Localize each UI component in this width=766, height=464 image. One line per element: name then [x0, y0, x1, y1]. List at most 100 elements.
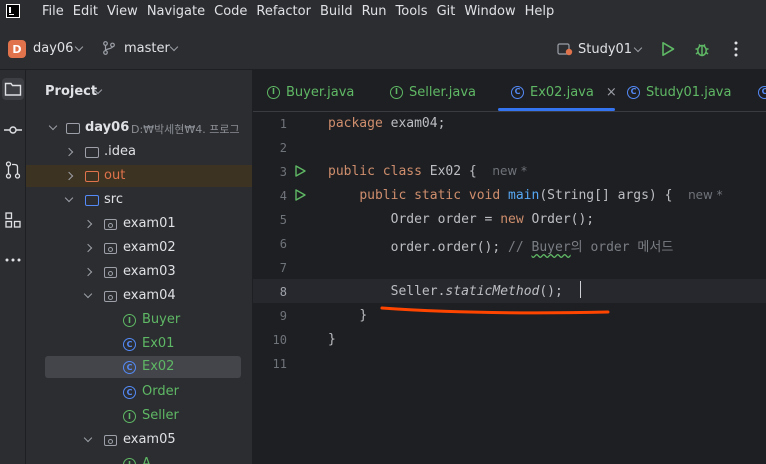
expand-arrow-icon[interactable]: [83, 433, 93, 443]
tree-item-ex01[interactable]: C Ex01: [26, 333, 252, 355]
code-line-8[interactable]: Seller.staticMethod();: [328, 284, 563, 299]
interface-icon: I: [267, 85, 280, 99]
tree-item-exam05[interactable]: exam05: [26, 429, 252, 451]
tree-item-out[interactable]: out: [26, 165, 252, 187]
project-tool-button[interactable]: [2, 78, 24, 100]
code-line-10[interactable]: }: [328, 332, 336, 347]
tree-item-label: exam05: [123, 432, 176, 447]
run-gutter-icon[interactable]: [294, 165, 306, 177]
code-line-4[interactable]: public static void main(String[] args) {…: [328, 188, 723, 203]
author-hint[interactable]: new *: [492, 164, 527, 178]
project-selector[interactable]: day06: [33, 41, 73, 56]
intellij-logo-icon[interactable]: [6, 4, 20, 18]
tab-ex02[interactable]: C Ex02.java ×: [511, 82, 617, 102]
run-config-icon: [557, 43, 573, 56]
tab-study01[interactable]: C Study01.java: [627, 82, 731, 102]
collapse-arrow-icon[interactable]: [64, 171, 74, 181]
tab-overflow[interactable]: C: [758, 82, 766, 102]
structure-tool-button[interactable]: [2, 209, 24, 231]
tree-item-ex02[interactable]: C Ex02: [45, 356, 241, 378]
menu-navigate[interactable]: Navigate: [147, 4, 205, 19]
menu-code[interactable]: Code: [214, 4, 247, 19]
branch-selector[interactable]: master: [124, 41, 170, 56]
structure-icon: [5, 212, 21, 228]
tree-item-label: Ex02: [142, 359, 175, 374]
menu-run[interactable]: Run: [362, 4, 387, 19]
main-toolbar: D day06 master Study01: [0, 22, 766, 70]
menu-edit[interactable]: Edit: [73, 4, 98, 19]
run-config-selector[interactable]: Study01: [578, 42, 632, 57]
tree-item-exam03[interactable]: exam03: [26, 261, 252, 283]
menu-view[interactable]: View: [107, 4, 138, 19]
run-icon[interactable]: [660, 41, 676, 57]
line-number: 8: [279, 285, 287, 299]
tree-item-src[interactable]: src: [26, 189, 252, 211]
code-text: order.order();: [390, 240, 509, 255]
chevron-down-icon: [74, 42, 84, 52]
more-tools-button[interactable]: [2, 249, 24, 271]
tree-item-label: out: [104, 168, 126, 183]
expand-arrow-icon[interactable]: [48, 121, 58, 131]
code-line-3[interactable]: public class Ex02 { new *: [328, 164, 527, 179]
menu-refactor[interactable]: Refactor: [256, 4, 311, 19]
interface-icon: I: [123, 410, 136, 423]
tree-item-idea[interactable]: .idea: [26, 141, 252, 163]
interface-icon: I: [123, 458, 136, 464]
menu-window[interactable]: Window: [464, 4, 515, 19]
pull-requests-tool-button[interactable]: [2, 159, 24, 181]
debug-icon[interactable]: [693, 40, 711, 58]
tab-seller[interactable]: I Seller.java: [390, 82, 476, 102]
comment: //: [508, 240, 532, 255]
menu-git[interactable]: Git: [437, 4, 456, 19]
runnable-class-icon: C: [123, 338, 136, 351]
tree-item-exam01[interactable]: exam01: [26, 213, 252, 235]
keyword: package: [328, 116, 383, 131]
tree-item-order[interactable]: C Order: [26, 381, 252, 403]
hand-drawn-underline: [380, 306, 610, 315]
expand-arrow-icon[interactable]: [83, 289, 93, 299]
tree-item-exam02[interactable]: exam02: [26, 237, 252, 259]
tree-item-label: exam03: [123, 264, 176, 279]
tree-item-buyer[interactable]: I Buyer: [26, 309, 252, 331]
keyword: new: [500, 212, 524, 227]
more-options-icon[interactable]: [733, 40, 739, 58]
tree-item-a[interactable]: I A: [26, 453, 252, 464]
run-gutter-icon[interactable]: [294, 189, 306, 201]
source-folder-icon: [85, 195, 99, 206]
tree-item-label: Seller: [142, 408, 179, 423]
collapse-arrow-icon[interactable]: [64, 147, 74, 157]
code-line-5[interactable]: Order order = new Order();: [328, 212, 595, 227]
git-branch-icon: [103, 41, 115, 55]
author-hint[interactable]: new *: [688, 188, 723, 202]
tree-item-label: exam01: [123, 216, 176, 231]
tree-item-label: Buyer: [142, 312, 181, 327]
line-number: 6: [279, 237, 287, 251]
project-badge[interactable]: D: [8, 40, 26, 58]
code-text: Seller.: [390, 284, 446, 299]
collapse-arrow-icon[interactable]: [83, 219, 93, 229]
comment-typo: Buyer: [531, 240, 571, 255]
tree-item-seller[interactable]: I Seller: [26, 405, 252, 427]
menu-build[interactable]: Build: [320, 4, 353, 19]
menu-help[interactable]: Help: [525, 4, 555, 19]
collapse-arrow-icon[interactable]: [83, 267, 93, 277]
close-tab-icon[interactable]: ×: [606, 85, 617, 100]
line-number: 1: [279, 117, 287, 131]
menu-tools[interactable]: Tools: [396, 4, 428, 19]
panel-title[interactable]: Project: [45, 84, 97, 99]
runnable-class-icon: C: [123, 361, 136, 374]
code-line-6[interactable]: order.order(); // Buyer의 order 메서드: [328, 236, 674, 255]
tab-buyer[interactable]: I Buyer.java: [267, 82, 354, 102]
tree-item-exam04[interactable]: exam04: [26, 285, 252, 307]
tree-item-day06[interactable]: day06 D:₩박세현₩4. 프로그: [26, 117, 252, 139]
commit-tool-button[interactable]: [2, 119, 24, 141]
menu-file[interactable]: File: [42, 4, 64, 19]
code-line-1[interactable]: package exam04;: [328, 116, 445, 131]
collapse-arrow-icon[interactable]: [83, 243, 93, 253]
tree-item-label: Order: [142, 384, 179, 399]
runnable-class-icon: C: [511, 85, 524, 99]
expand-arrow-icon[interactable]: [64, 193, 74, 203]
package-icon: [104, 435, 117, 446]
code-line-9[interactable]: }: [328, 308, 367, 323]
tab-label: Buyer.java: [286, 84, 355, 100]
